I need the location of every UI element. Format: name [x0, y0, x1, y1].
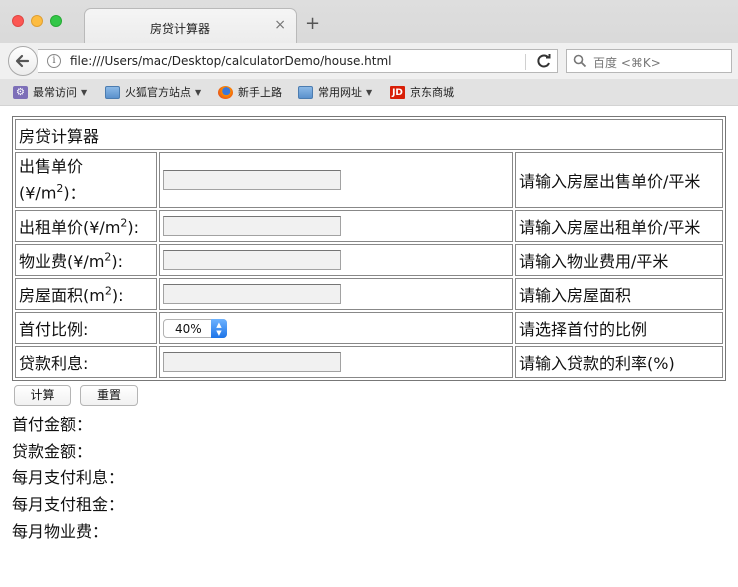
down-ratio-label: 首付比例: [15, 312, 157, 344]
property-fee-hint: 请输入物业费用/平米 [515, 244, 723, 276]
bookmark-most-visited[interactable]: ⚙ 最常访问 ▼ [13, 84, 87, 100]
url-separator [525, 54, 526, 70]
down-ratio-select[interactable]: 40% ▲ ▼ [163, 318, 227, 338]
result-loan-amount: 贷款金额： [12, 442, 93, 461]
table-row-sale-price: 出售单价 (¥/m2)： 请输入房屋出售单价/平米 [15, 152, 723, 208]
result-monthly-property-fee: 每月物业费： [12, 522, 109, 541]
down-ratio-cell: 40% ▲ ▼ [159, 312, 513, 344]
tab-bar: 房贷计算器 × + [0, 0, 738, 43]
table-row-title: 房贷计算器 [15, 119, 723, 150]
result-monthly-interest: 每月支付利息： [12, 468, 125, 487]
result-monthly-rent: 每月支付租金： [12, 495, 125, 514]
address-bar[interactable]: i file:///Users/mac/Desktop/calculatorDe… [38, 49, 558, 73]
property-fee-cell [159, 244, 513, 276]
info-icon[interactable]: i [47, 54, 61, 68]
property-fee-label: 物业费(¥/m2): [15, 244, 157, 276]
result-down-payment: 首付金额： [12, 415, 93, 434]
reset-button[interactable]: 重置 [80, 385, 138, 406]
bookmarks-toolbar: ⚙ 最常访问 ▼ 火狐官方站点 ▼ 新手上路 常用网址 ▼ JD 京东商城 [0, 79, 738, 105]
folder-icon [298, 85, 313, 99]
firefox-icon [218, 85, 233, 99]
reload-icon[interactable] [534, 51, 554, 71]
interest-hint: 请输入贷款的利率(%) [515, 346, 723, 378]
sale-price-label: 出售单价 (¥/m2)： [15, 152, 157, 208]
down-ratio-hint: 请选择首付的比例 [515, 312, 723, 344]
table-row-interest: 贷款利息: 请输入贷款的利率(%) [15, 346, 723, 378]
zoom-window-button[interactable] [50, 15, 62, 27]
bookmark-getting-started[interactable]: 新手上路 [218, 84, 282, 100]
new-tab-button[interactable]: + [305, 13, 320, 34]
interest-input[interactable] [163, 352, 341, 372]
table-row-property-fee: 物业费(¥/m2): 请输入物业费用/平米 [15, 244, 723, 276]
browser-chrome: 房贷计算器 × + i file:///Users/mac/Desktop/ca… [0, 0, 738, 107]
folder-icon [105, 85, 120, 99]
sale-price-input[interactable] [163, 170, 341, 190]
close-window-button[interactable] [12, 15, 24, 27]
rent-price-hint: 请输入房屋出租单价/平米 [515, 210, 723, 242]
chevron-down-icon: ▼ [195, 87, 202, 97]
area-label: 房屋面积(m2): [15, 278, 157, 310]
chevron-down-icon: ▼ [366, 87, 373, 97]
interest-label: 贷款利息: [15, 346, 157, 378]
area-cell [159, 278, 513, 310]
navigation-bar: i file:///Users/mac/Desktop/calculatorDe… [0, 43, 738, 79]
minimize-window-button[interactable] [31, 15, 43, 27]
area-hint: 请输入房屋面积 [515, 278, 723, 310]
calculator-table: 房贷计算器 出售单价 (¥/m2)： 请输入房屋出售单价/平米 出租单价(¥/m… [12, 116, 726, 381]
table-row-down-ratio: 首付比例: 40% ▲ ▼ 请选择首付的比例 [15, 312, 723, 344]
search-bar[interactable]: 百度 <⌘K> [566, 49, 732, 73]
interest-cell [159, 346, 513, 378]
back-button[interactable] [8, 46, 38, 76]
bookmark-jd-mall[interactable]: JD 京东商城 [390, 84, 454, 100]
bookmark-firefox-official[interactable]: 火狐官方站点 ▼ [105, 84, 201, 100]
tab-title: 房贷计算器 [149, 22, 210, 36]
table-row-rent-price: 出租单价(¥/m2): 请输入房屋出租单价/平米 [15, 210, 723, 242]
url-text[interactable]: file:///Users/mac/Desktop/calculatorDemo… [70, 54, 392, 68]
gear-icon: ⚙ [13, 85, 28, 99]
table-row-area: 房屋面积(m2): 请输入房屋面积 [15, 278, 723, 310]
chevron-down-icon: ▼ [81, 87, 88, 97]
page-content: 房贷计算器 出售单价 (¥/m2)： 请输入房屋出售单价/平米 出租单价(¥/m… [0, 106, 738, 587]
rent-price-input[interactable] [163, 216, 341, 236]
down-ratio-selected: 40% [175, 321, 202, 336]
rent-price-cell [159, 210, 513, 242]
rent-price-label: 出租单价(¥/m2): [15, 210, 157, 242]
tab-house-calculator[interactable]: 房贷计算器 × [84, 8, 297, 43]
close-tab-icon[interactable]: × [274, 17, 286, 33]
back-arrow-icon [15, 54, 30, 68]
search-icon [573, 54, 587, 68]
sale-price-cell [159, 152, 513, 208]
property-fee-input[interactable] [163, 250, 341, 270]
select-arrows-icon: ▲ ▼ [211, 318, 227, 338]
sale-price-hint: 请输入房屋出售单价/平米 [515, 152, 723, 208]
jd-logo-icon: JD [390, 85, 405, 99]
bookmark-common-sites[interactable]: 常用网址 ▼ [298, 84, 372, 100]
area-input[interactable] [163, 284, 341, 304]
calculate-button[interactable]: 计算 [14, 385, 71, 406]
search-placeholder: 百度 <⌘K> [593, 56, 661, 70]
form-title: 房贷计算器 [15, 119, 723, 150]
